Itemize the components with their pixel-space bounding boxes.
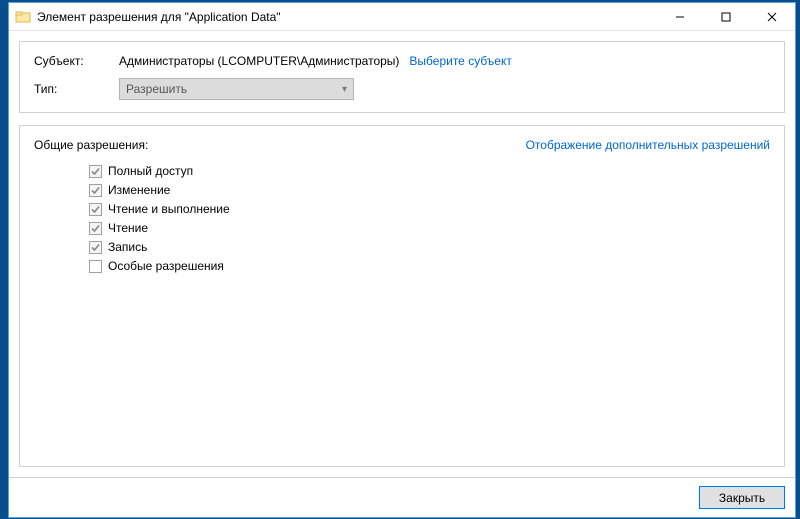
close-button[interactable]	[749, 3, 795, 31]
permissions-panel: Общие разрешения: Отображение дополнител…	[19, 125, 785, 467]
folder-icon	[15, 9, 31, 25]
titlebar[interactable]: Элемент разрешения для "Application Data…	[9, 3, 795, 31]
type-row: Тип: Разрешить ▾	[34, 78, 770, 100]
permissions-header: Общие разрешения: Отображение дополнител…	[34, 138, 770, 152]
permission-checkbox[interactable]	[89, 260, 102, 273]
type-label: Тип:	[34, 82, 119, 96]
permission-item: Чтение	[89, 219, 770, 237]
permissions-checklist: Полный доступ Изменение Чтение и выполнени…	[34, 162, 770, 275]
permission-checkbox[interactable]	[89, 184, 102, 197]
permission-label: Чтение и выполнение	[108, 202, 230, 216]
subject-value: Администраторы (LCOMPUTER\Администраторы…	[119, 54, 399, 68]
chevron-down-icon: ▾	[342, 84, 347, 95]
type-select[interactable]: Разрешить ▾	[119, 78, 354, 100]
type-value: Разрешить	[126, 82, 187, 96]
permission-label: Чтение	[108, 221, 148, 235]
permission-label: Полный доступ	[108, 164, 193, 178]
advanced-permissions-link[interactable]: Отображение дополнительных разрешений	[526, 138, 770, 152]
subject-row: Субъект: Администраторы (LCOMPUTER\Админ…	[34, 54, 770, 68]
principal-panel: Субъект: Администраторы (LCOMPUTER\Админ…	[19, 41, 785, 113]
permissions-heading: Общие разрешения:	[34, 138, 148, 152]
permission-checkbox[interactable]	[89, 241, 102, 254]
dialog-footer: Закрыть	[9, 477, 795, 517]
window-title: Элемент разрешения для "Application Data…	[37, 10, 657, 24]
permission-item: Изменение	[89, 181, 770, 199]
close-dialog-button[interactable]: Закрыть	[699, 486, 785, 509]
permission-item: Чтение и выполнение	[89, 200, 770, 218]
minimize-button[interactable]	[657, 3, 703, 31]
permission-entry-dialog: Элемент разрешения для "Application Data…	[8, 2, 796, 518]
permission-label: Особые разрешения	[108, 259, 224, 273]
permission-item: Полный доступ	[89, 162, 770, 180]
subject-label: Субъект:	[34, 54, 119, 68]
maximize-button[interactable]	[703, 3, 749, 31]
permission-item: Особые разрешения	[89, 257, 770, 275]
select-subject-link[interactable]: Выберите субъект	[409, 54, 511, 68]
dialog-content: Субъект: Администраторы (LCOMPUTER\Админ…	[9, 31, 795, 477]
permission-label: Изменение	[108, 183, 170, 197]
permission-checkbox[interactable]	[89, 222, 102, 235]
permission-checkbox[interactable]	[89, 165, 102, 178]
permission-checkbox[interactable]	[89, 203, 102, 216]
permission-label: Запись	[108, 240, 147, 254]
permission-item: Запись	[89, 238, 770, 256]
